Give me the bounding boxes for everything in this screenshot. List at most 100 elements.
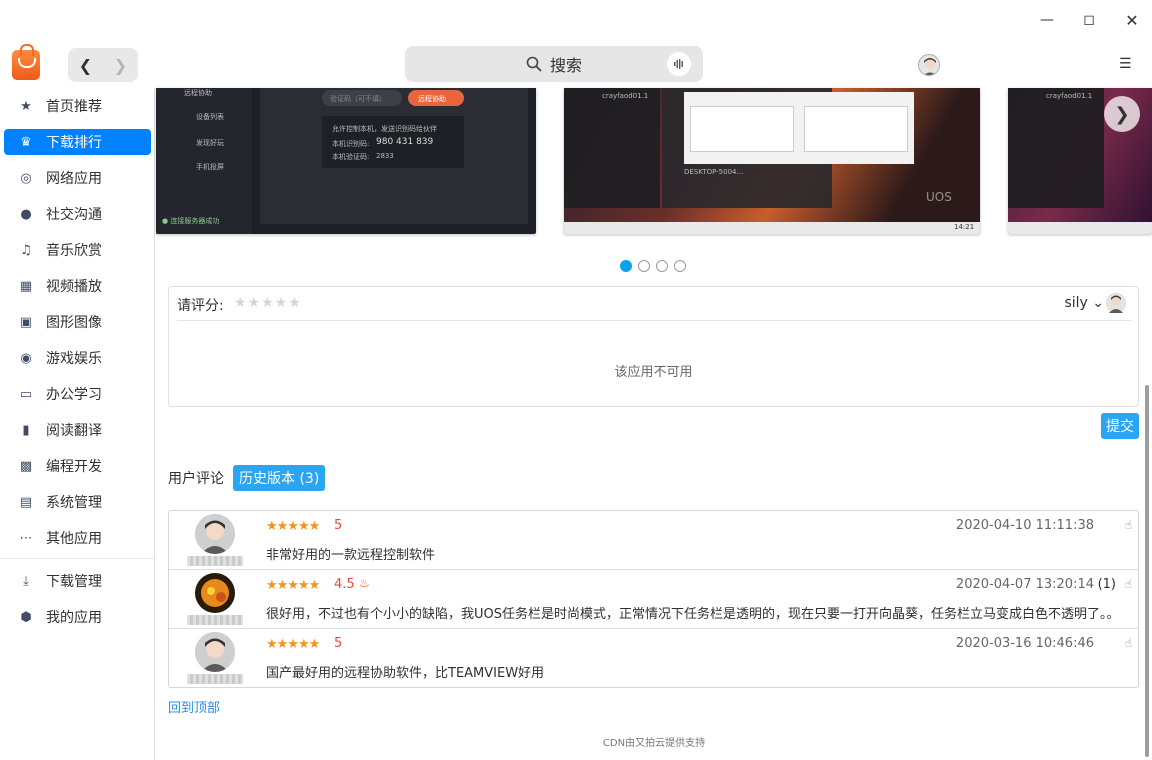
star-icon: ★ [20, 98, 32, 114]
comment-stars: ★★★★★ [266, 578, 320, 593]
carousel-indicator [620, 260, 686, 272]
shot1-code-label: 本机验证码: [332, 153, 370, 161]
comment-username [187, 615, 243, 625]
shot1-menu-item: 设备列表 [196, 113, 224, 121]
comment-score: 5 [334, 518, 343, 533]
sidebar-item-graphics[interactable]: ▣ 图形图像 [4, 309, 151, 335]
shot3-host: crayfaod01.1 [1046, 92, 1093, 100]
search-icon [526, 56, 542, 72]
comment-row: ★★★★★ 5 2020-03-16 10:46:46 ☝ 国产最好用的远程协助… [169, 629, 1138, 688]
box-icon: ⬢ [20, 609, 32, 625]
shot2-taskbar [564, 222, 980, 234]
search-placeholder: 搜索 [549, 56, 582, 75]
shot1-id-label: 本机识别码: [332, 140, 370, 148]
app-detail-content: 远程协助 设备列表 发现好玩 手机投屏 验证码（可不填） 远程协助 允许控制本机… [156, 88, 1152, 760]
shot2-brand: UOS [926, 190, 952, 204]
shot1-tip: 允许控制本机，发送识别码给伙伴 [332, 125, 437, 133]
thumbs-up-icon[interactable]: ☝ [1125, 518, 1132, 532]
sidebar-item-social[interactable]: ● 社交沟通 [4, 201, 151, 227]
sidebar-item-office[interactable]: ▭ 办公学习 [4, 381, 151, 407]
comment-score: 5 [334, 636, 343, 651]
shot2-clock: 14:21 [954, 223, 975, 231]
comment-stars: ★★★★★ [266, 519, 320, 534]
chat-icon: ● [20, 206, 32, 222]
sidebar-item-download-ranking[interactable]: ♛ 下载排行 [4, 129, 151, 155]
carousel-dot[interactable] [674, 260, 686, 272]
hamburger-icon[interactable]: ☰ [1119, 56, 1132, 72]
submit-button[interactable]: 提交 [1101, 413, 1139, 439]
forward-button[interactable]: ❯ [103, 48, 138, 82]
tab-version-history[interactable]: 历史版本 (3) [233, 465, 326, 491]
chevron-down-icon: ⌄ [1092, 295, 1104, 311]
image-icon: ▣ [19, 314, 33, 330]
sidebar-item-home[interactable]: ★ 首页推荐 [4, 93, 151, 119]
tab-user-reviews[interactable]: 用户评论 [168, 468, 224, 488]
rating-divider [177, 320, 1132, 321]
shot1-code-input: 验证码（可不填） [322, 90, 402, 106]
film-icon: ▦ [19, 278, 33, 294]
shot2-host: crayfaod01.1 [602, 92, 649, 100]
book-icon: ▮ [22, 422, 30, 438]
rating-user-name: sily [1064, 295, 1088, 311]
voice-search-icon[interactable] [667, 52, 691, 76]
comment-date: 2020-04-07 13:20:14 [955, 577, 1094, 592]
download-icon: ⤓ [23, 573, 29, 589]
close-icon[interactable]: ✕ [1120, 8, 1144, 32]
shot1-status: ● 连接服务器成功 [162, 217, 220, 225]
comment-text: 非常好用的一款远程控制软件 [266, 548, 436, 563]
rating-user-select[interactable]: sily ⌄ [1064, 295, 1104, 311]
carousel-dot[interactable] [656, 260, 668, 272]
shot1-code-value: 2833 [376, 152, 394, 160]
sidebar-item-video[interactable]: ▦ 视频播放 [4, 273, 151, 299]
comment-score: 4.5 [334, 577, 355, 592]
screenshot-2[interactable]: crayfaod01.1 DESKTOP-5004... UOS 14:21 [564, 88, 980, 234]
office-icon: ▭ [19, 386, 33, 402]
thumbs-up-icon[interactable]: ☝ [1125, 636, 1132, 650]
maximize-icon[interactable]: ◻ [1077, 8, 1101, 32]
rating-stars-input[interactable]: ★★★★★ [234, 295, 302, 311]
avatar [195, 573, 235, 613]
comment-stars: ★★★★★ [266, 637, 320, 652]
globe-icon: ◎ [20, 170, 32, 186]
sidebar-item-network[interactable]: ◎ 网络应用 [4, 165, 151, 191]
comment-like-count: (1) [1097, 577, 1116, 592]
system-icon: ▤ [19, 494, 33, 510]
avatar [1106, 293, 1126, 313]
avatar [195, 632, 235, 672]
comment-text: 国产最好用的远程协助软件，比TEAMVIEW好用 [266, 666, 545, 681]
scrollbar[interactable] [1145, 385, 1149, 757]
sidebar-divider [0, 558, 155, 559]
rating-box: 请评分: ★★★★★ sily ⌄ 该应用不可用 [168, 286, 1139, 407]
comment-row: ★★★★★ 5 2020-04-10 11:11:38 ☝ 非常好用的一款远程控… [169, 511, 1138, 570]
sidebar-item-development[interactable]: ▩ 编程开发 [4, 453, 151, 479]
carousel-dot[interactable] [620, 260, 632, 272]
user-avatar[interactable] [918, 54, 940, 76]
sidebar-item-others[interactable]: ⋯ 其他应用 [4, 525, 151, 551]
hot-icon: ♨ [359, 576, 370, 590]
comment-row: ★★★★★ 4.5 ♨ 2020-04-07 13:20:14 (1) ☝ 很好… [169, 570, 1138, 629]
shot1-menu-item: 发现好玩 [196, 139, 224, 147]
search-box[interactable]: 搜索 [405, 46, 703, 82]
shot2-device: DESKTOP-5004... [684, 168, 744, 176]
sidebar-item-games[interactable]: ◉ 游戏娱乐 [4, 345, 151, 371]
shot1-menu-item: 手机投屏 [196, 163, 224, 171]
next-screenshot-button[interactable]: ❯ [1104, 96, 1140, 132]
app-store-logo-icon [12, 44, 40, 80]
rating-label: 请评分: [177, 298, 224, 314]
cdn-credit: CDN由又拍云提供支持 [602, 738, 706, 749]
back-button[interactable]: ❮ [68, 48, 103, 82]
thumbs-up-icon[interactable]: ☝ [1125, 577, 1132, 591]
sidebar-item-system[interactable]: ▤ 系统管理 [4, 489, 151, 515]
comment-list: ★★★★★ 5 2020-04-10 11:11:38 ☝ 非常好用的一款远程控… [168, 510, 1139, 688]
minimize-icon[interactable]: — [1035, 8, 1059, 32]
shot1-menu-item: 远程协助 [184, 89, 212, 97]
screenshot-1[interactable]: 远程协助 设备列表 发现好玩 手机投屏 验证码（可不填） 远程协助 允许控制本机… [156, 88, 536, 234]
sidebar-item-download-manager[interactable]: ⤓ 下载管理 [4, 568, 151, 594]
carousel-dot[interactable] [638, 260, 650, 272]
shot1-id-value: 980 431 839 [376, 137, 434, 147]
sidebar-item-reading[interactable]: ▮ 阅读翻译 [4, 417, 151, 443]
sidebar-item-my-apps[interactable]: ⬢ 我的应用 [4, 604, 151, 630]
back-to-top-link[interactable]: 回到顶部 [168, 697, 220, 716]
sidebar-item-music[interactable]: ♫ 音乐欣赏 [4, 237, 151, 263]
review-tabs: 用户评论 历史版本 (3) [168, 465, 326, 491]
